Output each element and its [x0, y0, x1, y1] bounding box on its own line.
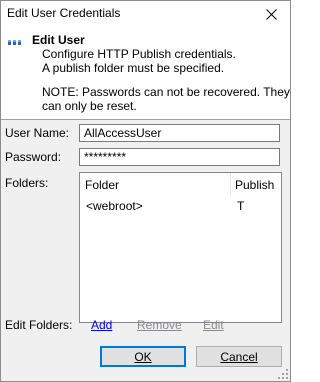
form-panel: User Name: AllAccessUser Password: *****… — [1, 120, 290, 381]
edit-folders-label: Edit Folders: — [5, 318, 73, 332]
header-description-2: A publish folder must be specified. — [42, 61, 225, 75]
ok-button[interactable]: OK — [100, 346, 186, 367]
header-panel: Edit User Configure HTTP Publish credent… — [1, 27, 290, 119]
cancel-button-label: Cancel — [220, 349, 258, 364]
header-note-1: NOTE: Passwords can not be recovered. Th… — [42, 85, 290, 99]
users-icon — [8, 40, 21, 45]
column-header-folder[interactable]: Folder — [85, 178, 119, 192]
password-input[interactable]: ********* — [79, 148, 280, 166]
title-bar[interactable]: Edit User Credentials — [1, 1, 290, 27]
column-divider[interactable] — [230, 173, 231, 195]
resize-grip-icon[interactable] — [278, 369, 288, 379]
close-icon — [265, 8, 277, 20]
folders-list[interactable]: Folder Publish <webroot> T — [79, 172, 282, 323]
edit-user-credentials-dialog: Edit User Credentials Edit User Configur… — [0, 0, 291, 382]
window-title: Edit User Credentials — [7, 6, 121, 20]
column-header-publish[interactable]: Publish — [235, 178, 274, 192]
add-folder-link[interactable]: Add — [91, 318, 112, 332]
cancel-button[interactable]: Cancel — [196, 346, 282, 367]
close-button[interactable] — [256, 2, 286, 26]
header-note-2: can only be reset. — [42, 99, 137, 113]
edit-folder-link: Edit — [203, 318, 224, 332]
username-label: User Name: — [5, 126, 70, 140]
folders-label: Folders: — [5, 176, 49, 190]
header-title: Edit User — [32, 33, 85, 47]
folder-row-publish[interactable]: T — [237, 199, 244, 213]
ok-button-label: OK — [134, 349, 152, 364]
folder-row-name[interactable]: <webroot> — [86, 199, 143, 213]
password-label: Password: — [5, 150, 62, 164]
header-description-1: Configure HTTP Publish credentials. — [42, 47, 236, 61]
username-input[interactable]: AllAccessUser — [79, 124, 280, 142]
remove-folder-link: Remove — [137, 318, 182, 332]
folders-list-header: Folder Publish — [80, 173, 281, 195]
